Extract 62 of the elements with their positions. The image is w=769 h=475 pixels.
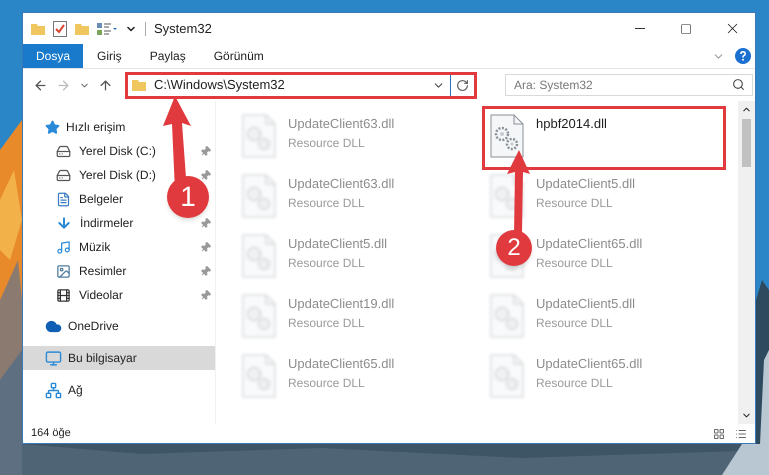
help-icon[interactable] xyxy=(735,48,751,64)
file-type: Resource DLL xyxy=(536,314,614,332)
ribbon-tab[interactable]: Dosya xyxy=(23,44,84,68)
sidebar-item[interactable]: OneDrive xyxy=(23,314,215,338)
sidebar-item[interactable]: Yerel Disk (C:) xyxy=(23,139,215,163)
item-count: 164 öğe xyxy=(31,426,71,442)
settings-file-icon xyxy=(490,114,524,158)
sidebar-item[interactable]: Videolar xyxy=(23,283,215,307)
window-title: System32 xyxy=(154,20,212,38)
ribbon-tab[interactable]: Giriş xyxy=(83,44,136,68)
drive-icon xyxy=(56,168,71,182)
file-type: Resource DLL xyxy=(536,254,614,272)
file-name[interactable]: hpbf2014.dll xyxy=(536,114,607,134)
monitor-icon xyxy=(45,350,62,366)
file-type: Resource DLL xyxy=(288,254,366,272)
settings-file-icon xyxy=(490,294,524,338)
maximize-icon xyxy=(680,22,692,34)
properties-icon xyxy=(97,22,117,36)
folder-icon xyxy=(132,78,146,92)
ribbon-tab[interactable]: Paylaş xyxy=(136,44,200,68)
details-view-icon[interactable] xyxy=(713,428,725,440)
file-item[interactable]: hpbf2014.dll xyxy=(490,114,718,162)
star-icon xyxy=(45,120,60,134)
back-icon[interactable] xyxy=(33,78,48,92)
checklist-icon xyxy=(53,20,67,36)
file-type: Resource DLL xyxy=(288,194,366,212)
address-path: C:\Windows\System32 xyxy=(154,76,285,94)
settings-file-icon xyxy=(242,114,276,158)
settings-file-icon xyxy=(242,294,276,338)
download-icon xyxy=(56,215,72,231)
file-type: Resource DLL xyxy=(536,374,614,392)
music-icon xyxy=(56,240,71,254)
refresh-icon[interactable] xyxy=(456,78,469,92)
settings-file-icon xyxy=(490,354,524,398)
scroll-thumb[interactable] xyxy=(742,119,751,167)
search-field[interactable]: Ara: System32 xyxy=(505,74,753,96)
network-icon xyxy=(45,382,62,398)
up-icon[interactable] xyxy=(98,78,113,92)
sidebar-item[interactable]: Hızlı erişim xyxy=(23,115,215,139)
settings-file-icon xyxy=(242,354,276,398)
settings-file-icon xyxy=(242,234,276,278)
settings-file-icon xyxy=(242,174,276,218)
file-type: Resource DLL xyxy=(288,374,366,392)
sidebar-item[interactable]: Resimler xyxy=(23,259,215,283)
image-icon xyxy=(56,264,71,278)
sidebar-item[interactable]: Belgeler xyxy=(23,187,128,211)
sidebar-item[interactable]: Ağ xyxy=(23,378,215,402)
ribbon-tab[interactable]: Görünüm xyxy=(200,44,278,68)
file-type: Resource DLL xyxy=(288,134,366,152)
sidebar-item[interactable]: Müzik xyxy=(23,235,215,259)
minimize-icon xyxy=(635,28,645,29)
sidebar-item[interactable]: Bu bilgisayar xyxy=(23,346,215,370)
file-type: Resource DLL xyxy=(536,194,614,212)
folder-icon xyxy=(31,22,45,36)
search-icon xyxy=(732,78,745,91)
file-type: Resource DLL xyxy=(288,314,366,332)
scrollbar[interactable] xyxy=(738,101,755,424)
document-icon xyxy=(56,192,71,206)
drive-icon xyxy=(56,144,71,158)
address-bar[interactable]: C:\Windows\System32 xyxy=(125,72,477,98)
film-icon xyxy=(56,288,71,302)
folder-icon xyxy=(75,22,89,36)
